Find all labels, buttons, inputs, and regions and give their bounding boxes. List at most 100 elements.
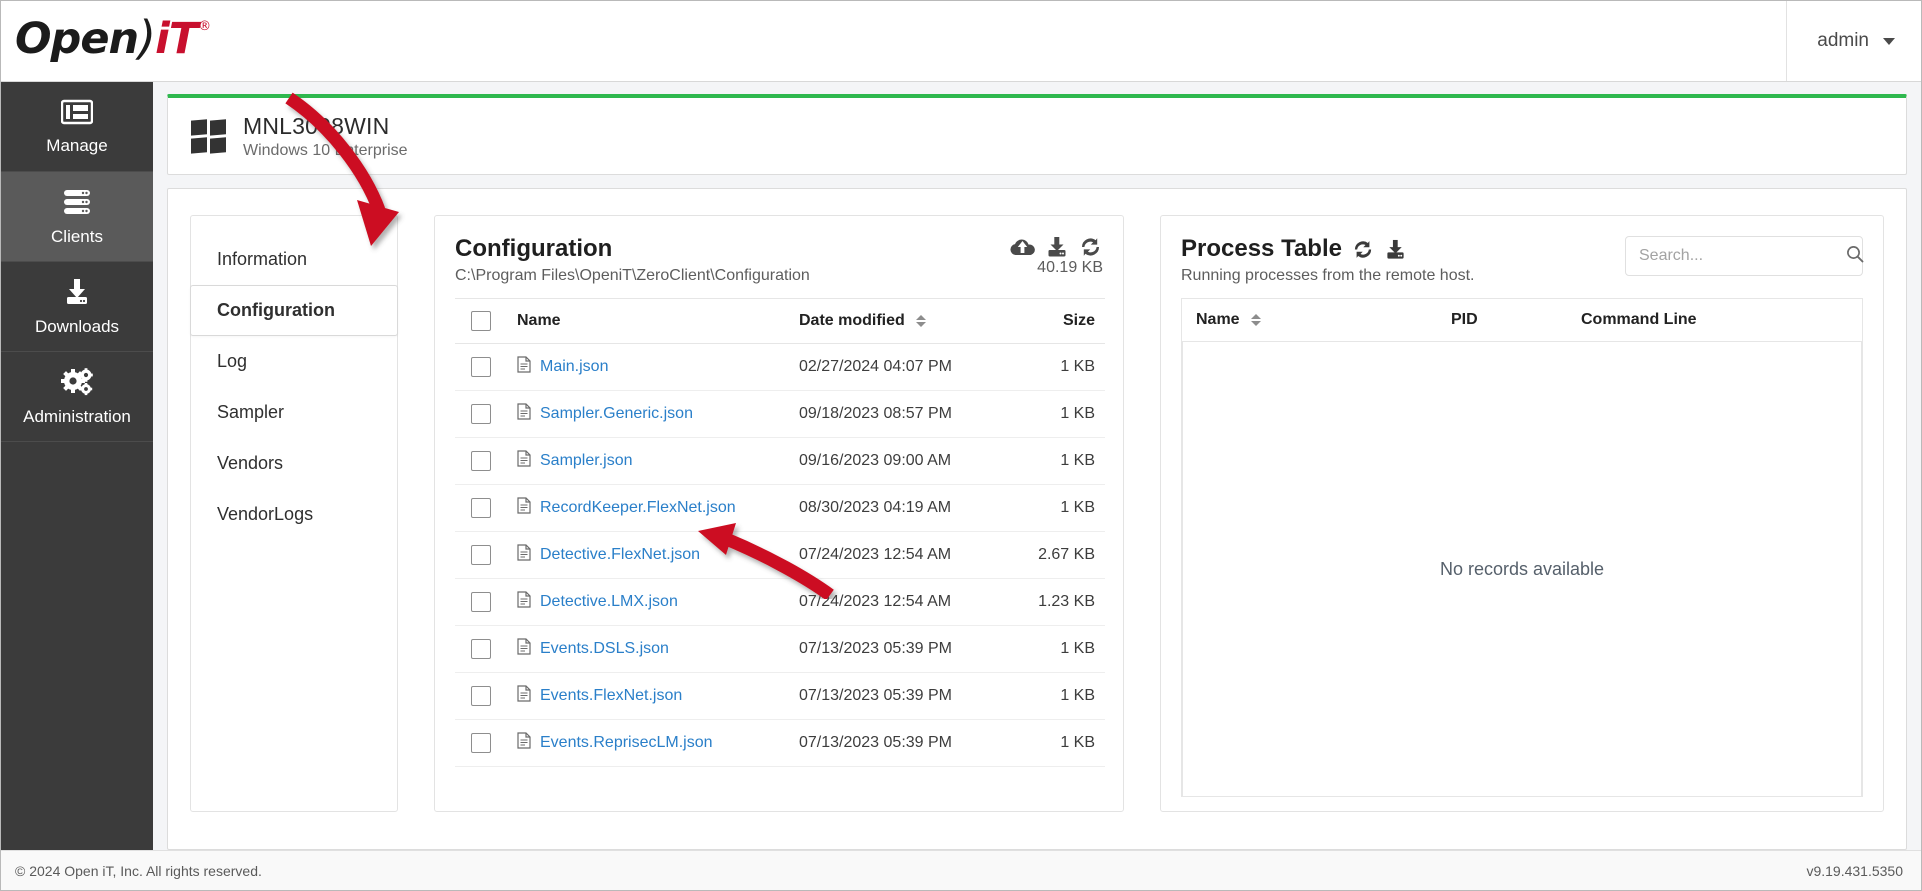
file-icon bbox=[517, 591, 531, 613]
file-icon bbox=[517, 450, 531, 472]
column-header-command-line[interactable]: Command Line bbox=[1567, 298, 1862, 343]
file-icon bbox=[517, 356, 531, 378]
sidebar-item-clients[interactable]: Clients bbox=[1, 172, 153, 262]
sort-arrows-icon[interactable] bbox=[916, 315, 927, 328]
tab-vendors[interactable]: Vendors bbox=[190, 438, 398, 489]
table-header-row: Name Date modified Size bbox=[455, 298, 1105, 345]
download-icon bbox=[61, 278, 93, 311]
sidebar-item-manage[interactable]: Manage bbox=[1, 82, 153, 172]
refresh-icon[interactable] bbox=[1078, 236, 1103, 258]
tab-vendorlogs[interactable]: VendorLogs bbox=[190, 489, 398, 540]
table-row[interactable]: Events.DSLS.json 07/13/2023 05:39 PM 1 K… bbox=[455, 625, 1105, 674]
row-checkbox[interactable] bbox=[471, 639, 491, 660]
sidebar-item-label: Administration bbox=[23, 407, 131, 426]
user-menu[interactable]: admin bbox=[1786, 1, 1921, 81]
version-text: v9.19.431.5350 bbox=[1806, 862, 1903, 879]
file-date-modified: 02/27/2024 04:07 PM bbox=[789, 343, 985, 392]
column-header-date-modified-label: Date modified bbox=[799, 312, 905, 330]
tab-information[interactable]: Information bbox=[190, 234, 398, 285]
row-checkbox[interactable] bbox=[471, 545, 491, 566]
file-size: 1 KB bbox=[985, 625, 1105, 674]
configuration-file-rows: Main.json 02/27/2024 04:07 PM 1 KB Sampl… bbox=[455, 343, 1105, 768]
process-table-header: Process Table Running processes from the… bbox=[1181, 235, 1864, 285]
file-size: 1 KB bbox=[985, 343, 1105, 392]
file-icon bbox=[517, 544, 531, 566]
process-table-panel: Process Table Running processes from the… bbox=[1160, 215, 1884, 812]
file-name-link[interactable]: Detective.LMX.json bbox=[540, 593, 678, 611]
openit-logo[interactable]: Open) iT ® bbox=[1, 1, 211, 81]
sort-arrows-icon[interactable] bbox=[1251, 314, 1262, 327]
table-row[interactable]: RecordKeeper.FlexNet.json 08/30/2023 04:… bbox=[455, 484, 1105, 533]
sidebar-item-downloads[interactable]: Downloads bbox=[1, 262, 153, 352]
row-checkbox[interactable] bbox=[471, 686, 491, 707]
row-checkbox[interactable] bbox=[471, 592, 491, 613]
chevron-down-icon bbox=[1883, 37, 1895, 45]
file-icon bbox=[517, 732, 531, 754]
configuration-panel: Configuration C:\Program Files\OpeniT\Ze… bbox=[434, 215, 1124, 812]
row-checkbox[interactable] bbox=[471, 451, 491, 472]
column-header-size[interactable]: Size bbox=[985, 298, 1105, 345]
file-icon bbox=[517, 497, 531, 519]
process-search-box[interactable] bbox=[1625, 236, 1864, 276]
content-region: MNL3098WIN Windows 10 Enterprise Informa… bbox=[153, 82, 1921, 850]
column-header-name[interactable]: Name bbox=[507, 298, 789, 345]
file-name-link[interactable]: Detective.FlexNet.json bbox=[540, 546, 700, 564]
file-name-link[interactable]: Sampler.Generic.json bbox=[540, 405, 693, 423]
logo-text-open: Open bbox=[15, 14, 139, 64]
file-name-link[interactable]: Events.DSLS.json bbox=[540, 640, 669, 658]
download-icon[interactable] bbox=[1384, 239, 1407, 260]
file-date-modified: 07/13/2023 05:39 PM bbox=[789, 719, 985, 768]
download-icon[interactable] bbox=[1045, 236, 1069, 258]
tab-configuration[interactable]: Configuration bbox=[190, 285, 398, 336]
file-icon bbox=[517, 638, 531, 660]
top-bar: Open) iT ® admin bbox=[1, 1, 1921, 82]
table-row[interactable]: Sampler.json 09/16/2023 09:00 AM 1 KB bbox=[455, 437, 1105, 486]
machine-name: MNL3098WIN bbox=[243, 112, 390, 139]
row-checkbox[interactable] bbox=[471, 357, 491, 378]
file-size: 1 KB bbox=[985, 484, 1105, 533]
file-name-link[interactable]: Events.ReprisecLM.json bbox=[540, 734, 713, 752]
sidebar-item-label: Manage bbox=[46, 136, 108, 155]
file-name-link[interactable]: Sampler.json bbox=[540, 452, 633, 470]
process-table: Name PID Command Line bbox=[1182, 298, 1862, 343]
column-header-process-name[interactable]: Name bbox=[1182, 298, 1437, 343]
table-row[interactable]: Detective.LMX.json 07/24/2023 12:54 AM 1… bbox=[455, 578, 1105, 627]
file-name-link[interactable]: Events.FlexNet.json bbox=[540, 687, 682, 705]
column-header-date-modified[interactable]: Date modified bbox=[789, 298, 985, 345]
file-name-link[interactable]: Main.json bbox=[540, 358, 608, 376]
row-checkbox[interactable] bbox=[471, 498, 491, 519]
search-input[interactable] bbox=[1639, 247, 1846, 265]
row-checkbox[interactable] bbox=[471, 404, 491, 425]
table-row[interactable]: Sampler.Generic.json 09/18/2023 08:57 PM… bbox=[455, 390, 1105, 439]
file-date-modified: 09/16/2023 09:00 AM bbox=[789, 437, 985, 486]
table-row[interactable]: Main.json 02/27/2024 04:07 PM 1 KB bbox=[455, 343, 1105, 392]
sidebar-item-label: Clients bbox=[51, 227, 103, 246]
table-row[interactable]: Detective.FlexNet.json 07/24/2023 12:54 … bbox=[455, 531, 1105, 580]
tab-sampler[interactable]: Sampler bbox=[190, 387, 398, 438]
file-size: 1 KB bbox=[985, 390, 1105, 439]
file-date-modified: 07/24/2023 12:54 AM bbox=[789, 531, 985, 580]
configuration-total-size: 40.19 KB bbox=[1037, 259, 1103, 276]
file-date-modified: 07/24/2023 12:54 AM bbox=[789, 578, 985, 627]
table-row[interactable]: Events.FlexNet.json 07/13/2023 05:39 PM … bbox=[455, 672, 1105, 721]
server-icon bbox=[61, 188, 93, 221]
gears-icon bbox=[60, 368, 94, 401]
manage-icon bbox=[60, 99, 94, 130]
windows-icon bbox=[191, 118, 225, 154]
file-size: 1 KB bbox=[985, 437, 1105, 486]
cloud-upload-icon[interactable] bbox=[1009, 236, 1036, 258]
row-checkbox[interactable] bbox=[471, 733, 491, 754]
app-window: Open) iT ® admin Manage Clients Download… bbox=[0, 0, 1922, 891]
body-region: Manage Clients Downloads Administration … bbox=[1, 82, 1921, 850]
select-all-header bbox=[455, 298, 507, 345]
column-header-pid[interactable]: PID bbox=[1437, 298, 1567, 343]
select-all-checkbox[interactable] bbox=[471, 311, 491, 332]
tab-log[interactable]: Log bbox=[190, 336, 398, 387]
refresh-icon[interactable] bbox=[1351, 239, 1375, 260]
file-icon bbox=[517, 685, 531, 707]
configuration-title: Configuration bbox=[455, 235, 613, 262]
search-icon[interactable] bbox=[1846, 245, 1864, 268]
table-row[interactable]: Events.ReprisecLM.json 07/13/2023 05:39 … bbox=[455, 719, 1105, 768]
file-name-link[interactable]: RecordKeeper.FlexNet.json bbox=[540, 499, 736, 517]
sidebar-item-administration[interactable]: Administration bbox=[1, 352, 153, 442]
